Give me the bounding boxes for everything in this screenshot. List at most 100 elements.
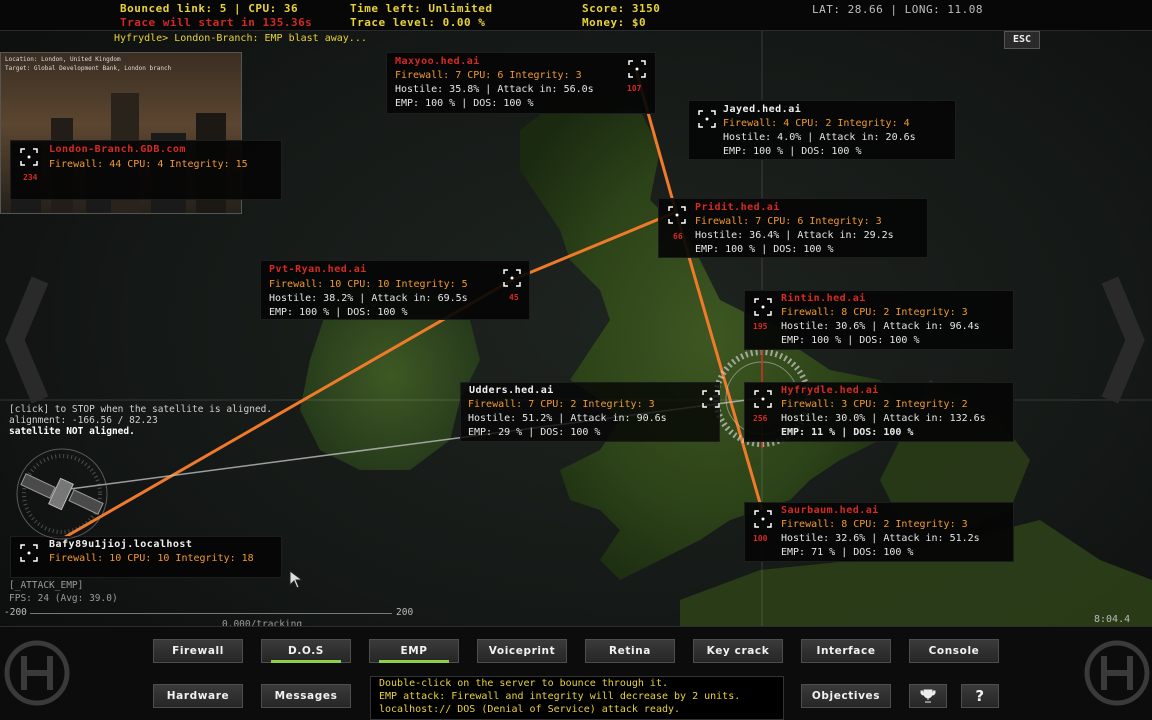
server-panel-rintin[interactable]: 195 Rintin.hed.ai Firewall: 8 CPU: 2 Int… [744, 290, 1014, 350]
server-hostile: Hostile: 35.8% | Attack in: 56.0s [395, 84, 594, 95]
crosshair-target-icon [503, 269, 521, 287]
emp-button[interactable]: EMP [369, 639, 459, 663]
server-name: Hyfrydle.hed.ai [781, 385, 879, 396]
server-name: Maxyoo.hed.ai [395, 56, 480, 67]
server-panel-hyfrydle[interactable]: 256 Hyfrydle.hed.ai Firewall: 3 CPU: 2 I… [744, 382, 1014, 442]
hed-logo-icon [4, 640, 70, 706]
score: Score: 3150 [582, 2, 661, 15]
server-panel-london-branch[interactable]: London-Branch.GDB.com Firewall: 44 CPU: … [10, 140, 282, 200]
hardware-button[interactable]: Hardware [153, 684, 243, 708]
server-name: London-Branch.GDB.com [49, 144, 186, 155]
server-panel-pridit[interactable]: 66 Pridit.hed.ai Firewall: 7 CPU: 6 Inte… [658, 198, 928, 258]
server-stats: Firewall: 7 CPU: 6 Integrity: 3 [395, 70, 582, 81]
trophy-button[interactable] [909, 684, 947, 708]
server-stats: Firewall: 10 CPU: 10 Integrity: 18 [49, 553, 254, 564]
cursor-icon [289, 570, 304, 589]
server-id: 107 [627, 84, 642, 93]
console-button[interactable]: Console [909, 639, 999, 663]
fps-counter: FPS: 24 (Avg: 39.0) [9, 593, 118, 604]
server-name: Saurbaum.hed.ai [781, 505, 879, 516]
server-name: Jayed.hed.ai [723, 104, 802, 115]
satellite-status: satellite NOT aligned. [9, 426, 135, 437]
retina-button[interactable]: Retina [585, 639, 675, 663]
server-stats: Firewall: 3 CPU: 2 Integrity: 2 [781, 399, 968, 410]
server-hostile: Hostile: 38.2% | Attack in: 69.5s [269, 293, 468, 304]
server-emp-dos: EMP: 100 % | DOS: 100 % [395, 98, 534, 109]
firewall-button[interactable]: Firewall [153, 639, 243, 663]
dos-button[interactable]: D.O.S [261, 639, 351, 663]
crosshair-target-icon [20, 544, 38, 562]
server-panel-udders[interactable]: Udders.hed.ai Firewall: 7 CPU: 2 Integri… [460, 382, 720, 442]
server-panel-maxyoo[interactable]: Maxyoo.hed.ai Firewall: 7 CPU: 6 Integri… [386, 52, 656, 114]
top-hud: Bounced link: 5 | CPU: 36 Trace will sta… [0, 0, 1152, 31]
coordinates: LAT: 28.66 | LONG: 11.08 [812, 3, 983, 16]
active-indicator [270, 660, 342, 663]
dos-button-label: D.O.S [288, 645, 324, 657]
target-line: Target: Global Development Bank, London … [5, 65, 172, 72]
location-line: Location: London, United Kingdom [5, 56, 121, 63]
esc-button[interactable]: ESC [1004, 31, 1040, 49]
money: Money: $0 [582, 16, 647, 29]
server-emp-dos: EMP: 100 % | DOS: 100 % [695, 244, 834, 255]
trace-level: Trace level: 0.00 % [350, 16, 486, 29]
game-clock: 8:04.4 [1094, 614, 1131, 625]
hed-logo-icon [1084, 640, 1150, 706]
server-stats: Firewall: 8 CPU: 2 Integrity: 3 [781, 307, 968, 318]
help-button[interactable]: ? [961, 684, 999, 708]
server-name: Rintin.hed.ai [781, 293, 866, 304]
crosshair-target-icon [20, 148, 38, 166]
trace-countdown: Trace will start in 135.36s [120, 16, 313, 29]
server-emp-dos: EMP: 100 % | DOS: 100 % [269, 307, 408, 318]
tracking-scale [30, 613, 392, 614]
server-name: Pvt-Ryan.hed.ai [269, 264, 367, 275]
server-panel-pvt-ryan[interactable]: Pvt-Ryan.hed.ai Firewall: 10 CPU: 10 Int… [260, 260, 530, 320]
server-stats: Firewall: 8 CPU: 2 Integrity: 3 [781, 519, 968, 530]
server-stats: Firewall: 44 CPU: 4 Integrity: 15 [49, 159, 248, 170]
interface-button[interactable]: Interface [801, 639, 891, 663]
server-stats: Firewall: 7 CPU: 2 Integrity: 3 [468, 399, 655, 410]
crosshair-target-icon [698, 110, 716, 128]
key-crack-button[interactable]: Key crack [693, 639, 783, 663]
server-hostile: Hostile: 32.6% | Attack in: 51.2s [781, 533, 980, 544]
server-name: Pridit.hed.ai [695, 202, 780, 213]
crosshair-target-icon [754, 390, 772, 408]
server-id: 45 [509, 293, 519, 302]
trophy-icon [920, 689, 936, 703]
server-hostile: Hostile: 36.4% | Attack in: 29.2s [695, 230, 894, 241]
server-stats: Firewall: 7 CPU: 6 Integrity: 3 [695, 216, 882, 227]
crosshair-target-icon [668, 206, 686, 224]
server-id: 195 [753, 322, 768, 331]
satellite-icon[interactable] [8, 444, 118, 544]
voiceprint-button[interactable]: Voiceprint [477, 639, 567, 663]
server-panel-jayed[interactable]: Jayed.hed.ai Firewall: 4 CPU: 2 Integrit… [688, 100, 956, 160]
info-line: Double-click on the server to bounce thr… [379, 678, 668, 689]
time-left: Time left: Unlimited [350, 2, 493, 15]
server-name: Udders.hed.ai [469, 385, 554, 396]
server-emp-dos: EMP: 100 % | DOS: 100 % [723, 146, 862, 157]
info-panel: Double-click on the server to bounce thr… [370, 676, 784, 720]
satellite-alignment: alignment: -166.56 / 82.23 [9, 415, 158, 426]
messages-button[interactable]: Messages [261, 684, 351, 708]
objectives-button[interactable]: Objectives [801, 684, 891, 708]
emp-button-label: EMP [400, 645, 428, 657]
server-hostile: Hostile: 51.2% | Attack in: 90.6s [468, 413, 667, 424]
info-line: localhost:// DOS (Denial of Service) att… [379, 704, 681, 715]
crosshair-target-icon [702, 390, 720, 408]
crosshair-target-icon [628, 60, 646, 78]
server-emp-dos: EMP: 11 % | DOS: 100 % [781, 427, 914, 438]
server-id: 234 [23, 173, 38, 182]
server-stats: Firewall: 10 CPU: 10 Integrity: 5 [269, 279, 468, 290]
message-line: Hyfrydle> London-Branch: EMP blast away.… [114, 33, 367, 44]
server-id: 256 [753, 414, 768, 423]
server-panel-saurbaum[interactable]: 100 Saurbaum.hed.ai Firewall: 8 CPU: 2 I… [744, 502, 1014, 562]
crosshair-target-icon [754, 298, 772, 316]
attack-mode: [_ATTACK_EMP] [9, 580, 84, 591]
active-indicator [378, 660, 450, 663]
server-id: 66 [673, 232, 683, 241]
scale-max: 200 [396, 607, 414, 618]
server-emp-dos: EMP: 29 % | DOS: 100 % [468, 427, 601, 438]
info-line: EMP attack: Firewall and integrity will … [379, 691, 741, 702]
server-stats: Firewall: 4 CPU: 2 Integrity: 4 [723, 118, 910, 129]
server-emp-dos: EMP: 71 % | DOS: 100 % [781, 547, 914, 558]
scale-min: -200 [4, 607, 27, 618]
